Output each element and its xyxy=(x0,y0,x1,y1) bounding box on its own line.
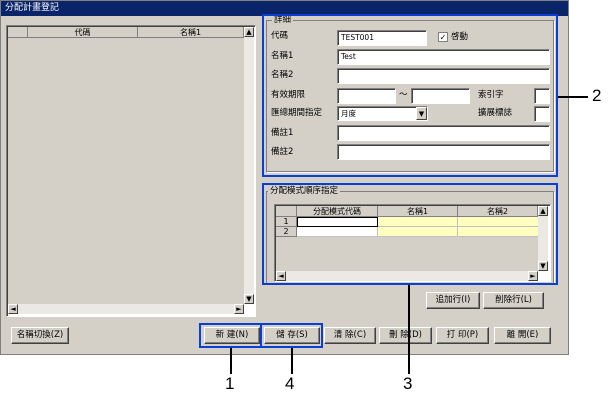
callout-number-2: 2 xyxy=(592,86,602,105)
callout-line-4 xyxy=(291,348,293,374)
highlight-save xyxy=(260,323,323,348)
list-vscroll[interactable] xyxy=(244,27,254,304)
highlight-details xyxy=(262,14,558,177)
list-header-name1[interactable]: 名稱1 xyxy=(138,27,244,38)
callout-number-4: 4 xyxy=(285,374,295,393)
delete-row-button[interactable]: 削除行(L) xyxy=(483,292,544,309)
callout-line-2 xyxy=(558,96,588,98)
highlight-pattern xyxy=(262,183,558,285)
callout-line-3 xyxy=(408,285,410,374)
highlight-new xyxy=(199,323,262,348)
callout-number-1: 1 xyxy=(225,374,235,393)
list-body xyxy=(8,38,244,304)
code-list[interactable]: 代碼 名稱1 ▲ ▼ ◄ ► xyxy=(6,25,256,317)
list-header-code[interactable]: 代碼 xyxy=(28,27,138,38)
list-scroll-left-button[interactable]: ◄ xyxy=(8,304,18,314)
list-hscroll[interactable] xyxy=(8,304,244,314)
add-row-button[interactable]: 追加行(I) xyxy=(426,292,480,309)
delete-button[interactable]: 刪 除(D) xyxy=(379,327,432,344)
callout-number-3: 3 xyxy=(403,374,413,393)
callout-line-1 xyxy=(230,348,232,374)
clear-button[interactable]: 清 除(C) xyxy=(324,327,376,344)
print-button[interactable]: 打 印(P) xyxy=(436,327,489,344)
name-switch-button[interactable]: 名稱切換(Z) xyxy=(11,327,69,344)
list-scroll-right-button[interactable]: ► xyxy=(234,304,244,314)
list-scroll-up-button[interactable]: ▲ xyxy=(244,27,254,37)
list-scroll-down-button[interactable]: ▼ xyxy=(244,294,254,304)
close-button[interactable]: 離 開(E) xyxy=(494,327,551,344)
list-header-rownum xyxy=(8,27,28,38)
